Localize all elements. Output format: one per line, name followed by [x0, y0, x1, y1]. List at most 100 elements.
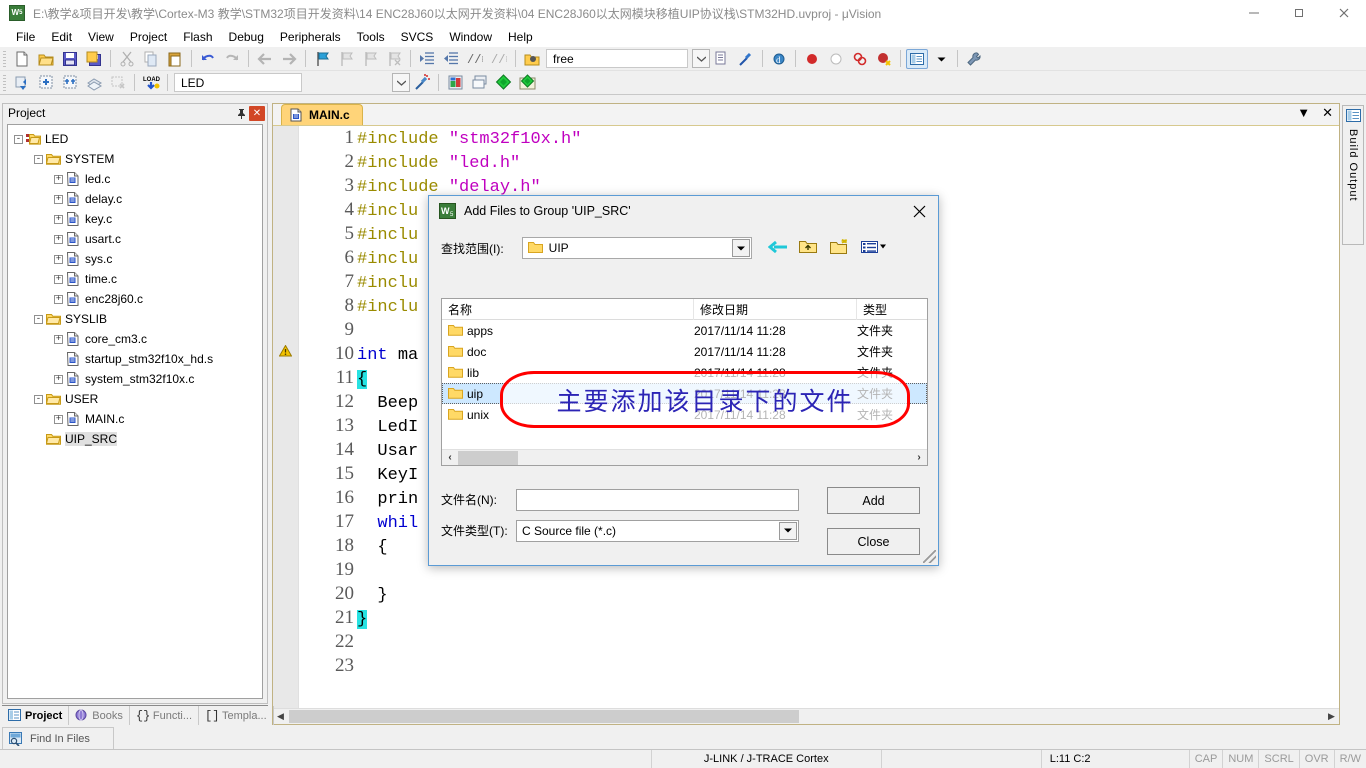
column-header-type[interactable]: 类型	[857, 299, 927, 320]
expand-toggle-icon[interactable]: +	[54, 215, 63, 224]
editor-tab-main-c[interactable]: MAIN.c	[281, 104, 363, 125]
scroll-right-icon[interactable]: ›	[911, 450, 927, 465]
collapse-toggle-icon[interactable]: -	[34, 395, 43, 404]
collapse-toggle-icon[interactable]: -	[34, 315, 43, 324]
back-icon[interactable]	[254, 49, 276, 69]
translate-icon[interactable]	[11, 73, 33, 93]
file-list-row[interactable]: apps2017/11/14 11:28文件夹	[442, 320, 927, 341]
manage-run-time-env-icon[interactable]	[411, 73, 433, 93]
filetype-select[interactable]: C Source file (*.c)	[516, 520, 799, 542]
code-line[interactable]: 1#include ″stm32f10x.h″	[299, 126, 1339, 150]
expand-toggle-icon[interactable]: +	[54, 195, 63, 204]
expand-toggle-icon[interactable]: +	[54, 255, 63, 264]
stop-build-icon[interactable]	[107, 73, 129, 93]
code-line[interactable]: 20 }	[299, 582, 1339, 606]
find-in-files-tab[interactable]: Find In Files	[2, 727, 114, 749]
disable-all-breakpoints-icon[interactable]	[873, 49, 895, 69]
file-list-horizontal-scrollbar[interactable]: ‹ ›	[442, 449, 927, 465]
tree-item-system[interactable]: -SYSTEM	[14, 149, 262, 169]
menu-svcs[interactable]: SVCS	[393, 28, 442, 46]
bottom-tab-books[interactable]: Books	[69, 706, 130, 725]
up-folder-icon[interactable]	[799, 239, 819, 257]
expand-toggle-icon[interactable]: +	[54, 415, 63, 424]
pin-icon[interactable]	[233, 105, 249, 121]
forward-icon[interactable]	[278, 49, 300, 69]
outdent-icon[interactable]	[440, 49, 462, 69]
pack-installer-env-icon[interactable]	[516, 73, 538, 93]
file-list[interactable]: 名称 修改日期 类型 apps2017/11/14 11:28文件夹doc201…	[441, 298, 928, 466]
column-header-name[interactable]: 名称	[442, 299, 694, 320]
comment-icon[interactable]: //≡	[464, 49, 486, 69]
bottom-tab-project[interactable]: Project	[2, 706, 69, 725]
bottom-tab-functions[interactable]: {} Functi...	[130, 706, 199, 725]
target-select-dropdown[interactable]	[392, 73, 410, 92]
cut-icon[interactable]	[116, 49, 138, 69]
copy-icon[interactable]	[140, 49, 162, 69]
configure-icon[interactable]	[735, 49, 757, 69]
code-line[interactable]: 2#include ″led.h″	[299, 150, 1339, 174]
toolbar-grip[interactable]	[3, 51, 6, 67]
collapse-toggle-icon[interactable]: -	[14, 135, 23, 144]
bottom-tab-templates[interactable]: [] Templa...	[199, 706, 274, 725]
expand-toggle-icon[interactable]: +	[54, 235, 63, 244]
toolbar-grip-2[interactable]	[3, 75, 6, 91]
pack-installer-icon[interactable]	[492, 73, 514, 93]
start-debug-icon[interactable]: d	[768, 49, 790, 69]
tree-item-main-c[interactable]: +MAIN.c	[14, 409, 262, 429]
save-all-icon[interactable]	[83, 49, 105, 69]
maximize-button[interactable]	[1276, 0, 1321, 26]
chevron-down-icon[interactable]: ▼	[1297, 106, 1310, 119]
target-select[interactable]: LED	[174, 73, 302, 92]
scrollbar-thumb[interactable]	[289, 710, 799, 723]
download-icon[interactable]: LOAD	[140, 73, 162, 93]
disable-breakpoint-icon[interactable]	[825, 49, 847, 69]
expand-toggle-icon[interactable]: +	[54, 375, 63, 384]
code-line[interactable]: 22	[299, 630, 1339, 654]
bookmark-next-icon[interactable]	[359, 49, 381, 69]
scroll-left-icon[interactable]: ◀	[273, 709, 288, 724]
bookmark-toggle-icon[interactable]	[311, 49, 333, 69]
filename-input[interactable]	[516, 489, 799, 511]
new-folder-icon[interactable]	[830, 239, 850, 257]
menu-edit[interactable]: Edit	[43, 28, 80, 46]
scroll-left-icon[interactable]: ‹	[442, 450, 458, 465]
tree-item-user[interactable]: -USER	[14, 389, 262, 409]
tree-item-key-c[interactable]: +key.c	[14, 209, 262, 229]
editor-gutter[interactable]	[273, 126, 299, 708]
project-tree[interactable]: -LED-SYSTEM+led.c+delay.c+key.c+usart.c+…	[7, 124, 263, 699]
menu-view[interactable]: View	[80, 28, 122, 46]
manage-project-items-icon[interactable]	[444, 73, 466, 93]
expand-toggle-icon[interactable]: +	[54, 275, 63, 284]
editor-horizontal-scrollbar[interactable]: ◀ ▶	[273, 708, 1339, 724]
resize-grip[interactable]	[923, 550, 936, 563]
close-icon[interactable]: ✕	[249, 106, 265, 121]
expand-toggle-icon[interactable]: +	[54, 175, 63, 184]
batch-build-icon[interactable]	[83, 73, 105, 93]
tree-item-startup-stm32f10x-hd-s[interactable]: startup_stm32f10x_hd.s	[14, 349, 262, 369]
tree-item-system-stm32f10x-c[interactable]: +system_stm32f10x.c	[14, 369, 262, 389]
tree-item-led-c[interactable]: +led.c	[14, 169, 262, 189]
save-icon[interactable]	[59, 49, 81, 69]
rebuild-icon[interactable]	[59, 73, 81, 93]
insert-breakpoint-icon[interactable]	[801, 49, 823, 69]
open-file-icon[interactable]	[35, 49, 57, 69]
close-button[interactable]: Close	[827, 528, 920, 555]
menu-peripherals[interactable]: Peripherals	[272, 28, 349, 46]
code-line[interactable]: 23	[299, 654, 1339, 678]
expand-toggle-icon[interactable]: +	[54, 295, 63, 304]
batch-build-dropdown[interactable]	[692, 49, 710, 68]
uncomment-icon[interactable]: //≢	[488, 49, 510, 69]
tree-item-time-c[interactable]: +time.c	[14, 269, 262, 289]
kill-all-breakpoints-icon[interactable]	[849, 49, 871, 69]
tree-item-uip-src[interactable]: UIP_SRC	[14, 429, 262, 449]
manage-multi-project-icon[interactable]	[468, 73, 490, 93]
undo-icon[interactable]	[197, 49, 219, 69]
minimize-button[interactable]	[1231, 0, 1276, 26]
tree-item-led[interactable]: -LED	[14, 129, 262, 149]
menu-debug[interactable]: Debug	[221, 28, 272, 46]
tree-item-delay-c[interactable]: +delay.c	[14, 189, 262, 209]
new-file-icon[interactable]	[11, 49, 33, 69]
paste-icon[interactable]	[164, 49, 186, 69]
build-icon[interactable]	[35, 73, 57, 93]
tree-item-syslib[interactable]: -SYSLIB	[14, 309, 262, 329]
